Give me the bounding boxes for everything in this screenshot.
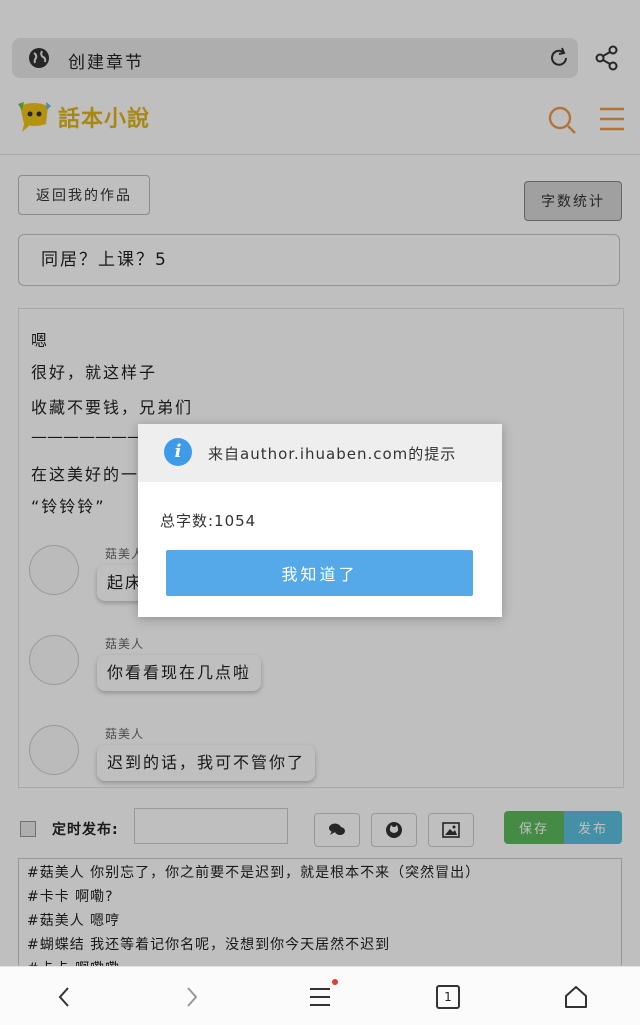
info-icon: i — [164, 438, 192, 466]
back-icon[interactable] — [44, 981, 84, 1013]
dialog-message: 总字数:1054 — [160, 512, 257, 530]
tabs-button[interactable]: 1 — [428, 981, 468, 1013]
notification-dot — [332, 979, 338, 985]
alert-dialog: i 来自author.ihuaben.com的提示 总字数:1054 我知道了 — [138, 424, 502, 617]
browser-nav-bar: 1 — [0, 966, 640, 1025]
tabs-count: 1 — [436, 985, 460, 1009]
dialog-header-text: 来自author.ihuaben.com的提示 — [208, 445, 457, 463]
home-icon[interactable] — [556, 981, 596, 1013]
dialog-ok-button[interactable]: 我知道了 — [166, 550, 473, 596]
forward-icon[interactable] — [172, 981, 212, 1013]
dialog-header: i 来自author.ihuaben.com的提示 — [138, 424, 502, 482]
browser-menu-icon[interactable] — [300, 981, 340, 1013]
